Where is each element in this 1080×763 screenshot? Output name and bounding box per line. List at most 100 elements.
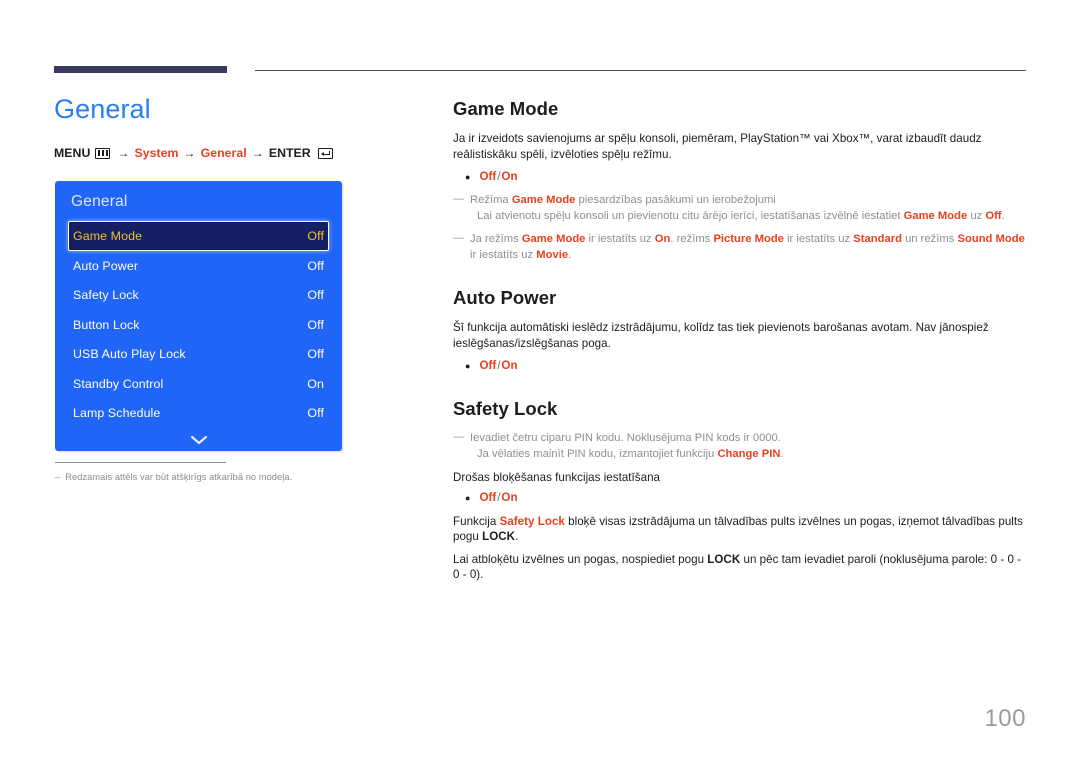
right-column: Game Mode Ja ir izveidots savienojums ar… <box>453 98 1028 590</box>
osd-row-standby-control[interactable]: Standby Control On <box>68 369 329 399</box>
note-dash-icon: — <box>453 431 465 443</box>
osd-row-label: Standby Control <box>73 376 164 391</box>
note-dash-icon: — <box>453 232 465 244</box>
option-on[interactable]: On <box>501 170 517 183</box>
osd-row-value: Off <box>307 288 324 303</box>
safety-lock-options: ● Off/On <box>453 490 1028 506</box>
safety-note-term-change-pin: Change PIN <box>717 447 781 460</box>
chevron-down-icon <box>190 435 207 445</box>
note2-term-movie: Movie <box>536 248 569 261</box>
osd-scroll-more[interactable] <box>68 429 329 451</box>
breadcrumb-arrow-2: → <box>183 146 196 160</box>
osd-row-lamp-schedule[interactable]: Lamp Schedule Off <box>68 399 329 429</box>
breadcrumb-arrow-1: → <box>117 146 130 160</box>
safety-note-sub-a: Ja vēlaties mainīt PIN kodu, izmantojiet… <box>477 447 718 460</box>
bullet-dot-icon: ● <box>465 361 471 371</box>
breadcrumb-item-general[interactable]: General <box>201 146 247 160</box>
note-sub-text-b: uz <box>967 209 986 222</box>
note2-text-b: ir iestatīts uz <box>585 233 655 245</box>
note-dash-icon: — <box>453 193 465 205</box>
note2-term-sound-mode: Sound Mode <box>957 233 1025 245</box>
safety-lock-note-1: — Ievadiet četru ciparu PIN kodu. Noklus… <box>453 431 1028 462</box>
note-sub-term-game-mode: Game Mode <box>903 209 968 222</box>
header-rule-thick <box>54 66 227 73</box>
enter-return-icon <box>317 147 333 159</box>
left-column: General MENU → System → General → ENTER <box>54 92 434 160</box>
section-heading-game-mode: Game Mode <box>453 98 559 119</box>
osd-row-label: USB Auto Play Lock <box>73 347 186 362</box>
note-sub-text-c: . <box>1001 209 1005 222</box>
note-sub-text-a: Lai atvienotu spēļu konsoli un pievienot… <box>477 209 904 222</box>
safety-lock-paragraph-3: Lai atbloķētu izvēlnes un pogas, nospied… <box>453 552 1028 583</box>
section-heading-auto-power: Auto Power <box>453 287 557 308</box>
footnote-dash: – <box>55 472 61 482</box>
option-off[interactable]: Off <box>479 491 496 504</box>
osd-row-value: Off <box>307 317 324 332</box>
note-text-a: Režīma <box>470 194 512 206</box>
osd-menu-panel[interactable]: General Game Mode Off Auto Power Off Saf… <box>55 181 342 451</box>
osd-row-label: Lamp Schedule <box>73 406 161 421</box>
game-mode-note-1: — Režīma Game Mode piesardzības pasākumi… <box>453 193 1028 224</box>
option-on[interactable]: On <box>501 491 517 504</box>
osd-row-label: Auto Power <box>73 258 139 273</box>
safety-lock-paragraph-2: Funkcija Safety Lock bloķē visas izstrād… <box>453 514 1028 545</box>
page-title: General <box>54 94 151 124</box>
auto-power-paragraph: Šī funkcija automātiski ieslēdz izstrādā… <box>453 321 989 350</box>
note2-term-standard: Standard <box>853 233 902 245</box>
note2-term-game-mode: Game Mode <box>521 233 586 245</box>
osd-row-label: Safety Lock <box>73 288 139 303</box>
breadcrumb: MENU → System → General → ENTER <box>54 146 434 160</box>
osd-row-value: Off <box>307 347 324 362</box>
note2-text-e: un režīms <box>901 233 958 245</box>
osd-row-value: Off <box>307 406 324 421</box>
option-on[interactable]: On <box>501 359 517 372</box>
safety-p2-text-a: Funkcija <box>453 514 500 528</box>
osd-row-button-lock[interactable]: Button Lock Off <box>68 310 329 340</box>
osd-row-safety-lock[interactable]: Safety Lock Off <box>68 281 329 311</box>
note-text-b: piesardzības pasākumi un ierobežojumi <box>575 194 776 206</box>
osd-row-auto-power[interactable]: Auto Power Off <box>68 251 329 281</box>
breadcrumb-arrow-3: → <box>251 146 264 160</box>
auto-power-options: ● Off/On <box>453 358 1028 374</box>
page-number: 100 <box>984 705 1026 732</box>
header-rule-thin <box>255 70 1026 72</box>
section-heading-safety-lock: Safety Lock <box>453 398 558 419</box>
bullet-dot-icon: ● <box>465 172 471 182</box>
left-footnote: – Redzamais attēls var būt atšķirīgs atk… <box>55 462 385 484</box>
osd-row-game-mode[interactable]: Game Mode Off <box>68 221 329 251</box>
footnote-divider <box>55 462 226 463</box>
safety-note-text-a: Ievadiet četru ciparu PIN kodu. Noklusēj… <box>470 432 781 444</box>
osd-panel-title: General <box>71 193 128 210</box>
osd-row-usb-auto-play-lock[interactable]: USB Auto Play Lock Off <box>68 340 329 370</box>
note2-text-c: . režīms <box>670 233 714 245</box>
osd-row-label: Button Lock <box>73 317 140 332</box>
game-mode-options: ● Off/On <box>453 169 1028 185</box>
note2-text-g: . <box>568 248 572 261</box>
footnote-text-row: – Redzamais attēls var būt atšķirīgs atk… <box>55 471 385 484</box>
safety-p2-term-lock: LOCK <box>482 530 516 543</box>
note-sub-term-off: Off <box>985 209 1002 222</box>
osd-row-value: Off <box>307 258 324 273</box>
option-off[interactable]: Off <box>479 359 496 372</box>
note2-text-a: Ja režīms <box>470 233 522 245</box>
breadcrumb-enter-label: ENTER <box>268 146 311 160</box>
bullet-dot-icon: ● <box>465 492 471 503</box>
footnote-text: Redzamais attēls var būt atšķirīgs atkar… <box>65 472 293 482</box>
page-header-rules <box>0 0 1080 80</box>
game-mode-note-2: — Ja režīms Game Mode ir iestatīts uz On… <box>453 232 1028 263</box>
note-term-game-mode: Game Mode <box>511 194 576 206</box>
note2-text-d: ir iestatīts uz <box>783 233 854 245</box>
note2-term-on: On <box>654 233 671 245</box>
safety-note-sub-b: . <box>780 447 784 460</box>
osd-row-label: Game Mode <box>73 229 143 243</box>
breadcrumb-item-system[interactable]: System <box>134 146 178 160</box>
osd-row-value: On <box>307 376 324 391</box>
safety-p3-text-a: Lai atbloķētu izvēlnes un pogas, nospied… <box>453 552 708 566</box>
safety-p2-text-c: . <box>515 530 519 543</box>
safety-p3-term-lock: LOCK <box>707 552 741 566</box>
note2-text-f: ir iestatīts uz <box>470 248 537 261</box>
option-off[interactable]: Off <box>479 170 496 183</box>
breadcrumb-menu-label: MENU <box>54 146 91 160</box>
safety-lock-subheading: Drošas bloķēšanas funkcijas iestatīšana <box>453 471 660 484</box>
osd-row-value: Off <box>307 229 324 243</box>
